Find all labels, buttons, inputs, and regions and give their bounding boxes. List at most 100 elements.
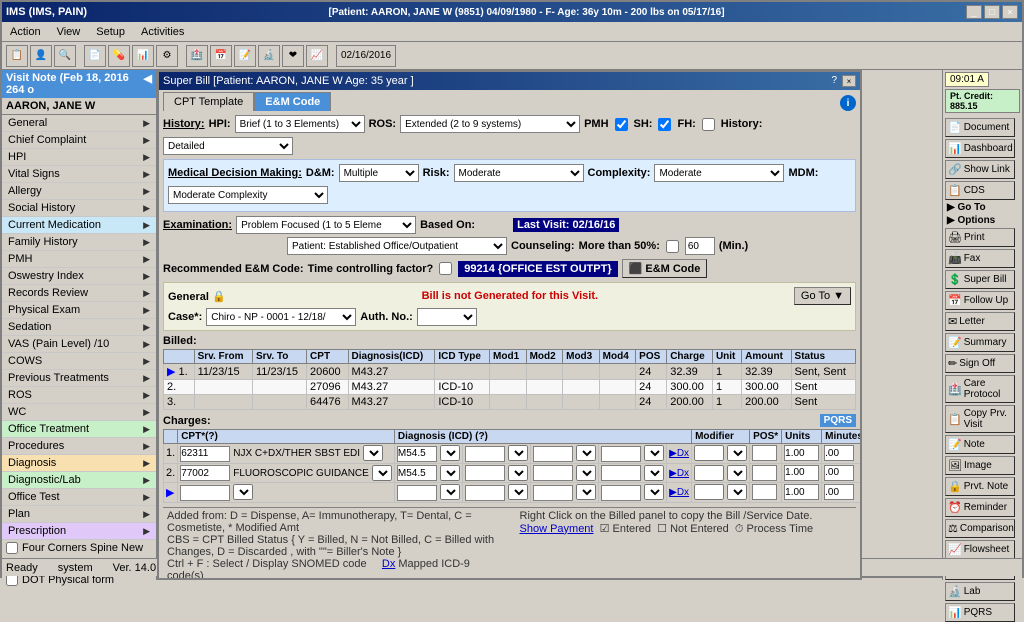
menu-activities[interactable]: Activities <box>137 24 188 40</box>
diag-select-2c[interactable]: ▼ <box>576 465 596 481</box>
pos-input-3[interactable] <box>752 484 777 500</box>
diag-input-1a[interactable] <box>397 446 437 462</box>
sidebar-item-chief-complaint[interactable]: Chief Complaint▶ <box>2 132 156 149</box>
diag-input-2c[interactable] <box>533 465 573 481</box>
sidebar-item-office-treatment[interactable]: Office Treatment▶ <box>2 421 156 438</box>
case-select[interactable]: Chiro - NP - 0001 - 12/18/ <box>206 308 356 326</box>
go-to-button[interactable]: Go To ▼ <box>794 287 851 305</box>
table-row[interactable]: ▶ 1. 11/23/15 11/23/15 20600 M43.27 <box>164 364 856 380</box>
diag-select-1d[interactable]: ▼ <box>644 445 664 461</box>
units-input-1[interactable] <box>784 445 819 461</box>
pmh-checkbox[interactable] <box>615 118 628 131</box>
diag-input-3a[interactable] <box>397 485 437 501</box>
diag-select-3b[interactable]: ▼ <box>508 484 528 500</box>
table-row[interactable]: 2. 27096 M43.27 ICD-10 <box>164 380 856 395</box>
comparison-button[interactable]: ⚖Comparison <box>945 519 1015 538</box>
cpt-select-1[interactable]: ▼ <box>363 445 383 461</box>
exam-select[interactable]: Problem Focused (1 to 5 Eleme <box>236 216 416 234</box>
sidebar-item-social-history[interactable]: Social History▶ <box>2 200 156 217</box>
em-code-button[interactable]: ⬛ E&M Code <box>622 259 708 278</box>
table-row[interactable]: 3. 64476 M43.27 ICD-10 <box>164 395 856 410</box>
sidebar-item-vas[interactable]: VAS (Pain Level) /10▶ <box>2 336 156 353</box>
cpt-input-2[interactable] <box>180 465 230 481</box>
image-button[interactable]: 🖼Image <box>945 456 1015 475</box>
sidebar-item-records-review[interactable]: Records Review▶ <box>2 285 156 302</box>
note-right-button[interactable]: 📝Note <box>945 435 1015 454</box>
hpi-select[interactable]: Brief (1 to 3 Elements) <box>235 115 365 133</box>
sidebar-item-current-medication[interactable]: Current Medication▶ <box>2 217 156 234</box>
toolbar-btn-date[interactable]: 02/16/2016 <box>336 45 396 67</box>
toolbar-btn-13[interactable]: 📈 <box>306 45 328 67</box>
toolbar-btn-11[interactable]: 🔬 <box>258 45 280 67</box>
units-input-3[interactable] <box>784 484 819 500</box>
toolbar-btn-4[interactable]: 📄 <box>84 45 106 67</box>
units-input-2[interactable] <box>784 465 819 481</box>
pos-input-1[interactable] <box>752 445 777 461</box>
ros-select[interactable]: Extended (2 to 9 systems) <box>400 115 580 133</box>
show-link-button[interactable]: 🔗Show Link <box>945 160 1015 179</box>
toolbar-btn-6[interactable]: 📊 <box>132 45 154 67</box>
diag-input-2a[interactable] <box>397 465 437 481</box>
reminder-button[interactable]: ⏰Reminder <box>945 498 1015 517</box>
sidebar-expand-icon[interactable]: ◀ <box>144 72 152 96</box>
patient-select[interactable]: Patient: Established Office/Outpatient <box>287 237 507 255</box>
sidebar-item-physical-exam[interactable]: Physical Exam▶ <box>2 302 156 319</box>
sidebar-item-vital-signs[interactable]: Vital Signs▶ <box>2 166 156 183</box>
fax-button[interactable]: 📠Fax <box>945 249 1015 268</box>
sidebar-item-procedures[interactable]: Procedures▶ <box>2 438 156 455</box>
pos-input-2[interactable] <box>752 465 777 481</box>
diag-select-3d[interactable]: ▼ <box>644 484 664 500</box>
diag-input-2d[interactable] <box>601 465 641 481</box>
sidebar-item-sedation[interactable]: Sedation▶ <box>2 319 156 336</box>
care-protocol-button[interactable]: 🏥Care Protocol <box>945 375 1015 403</box>
sidebar-item-family-history[interactable]: Family History▶ <box>2 234 156 251</box>
sidebar-item-prescription[interactable]: Prescription▶ <box>2 523 156 540</box>
close-btn[interactable]: × <box>1002 5 1018 19</box>
diag-input-1c[interactable] <box>533 446 573 462</box>
modifier-select-3[interactable]: ▼ <box>727 484 747 500</box>
sidebar-item-office-test[interactable]: Office Test▶ <box>2 489 156 506</box>
copy-prv-visit-button[interactable]: 📋Copy Prv. Visit <box>945 405 1015 433</box>
menu-view[interactable]: View <box>53 24 85 40</box>
history-select[interactable]: Detailed <box>163 137 293 155</box>
diag-select-3a[interactable]: ▼ <box>440 484 460 500</box>
dx-link-1[interactable]: ▶Dx <box>669 448 689 459</box>
show-payment-link[interactable]: Show Payment <box>520 523 594 535</box>
diag-select-2b[interactable]: ▼ <box>508 465 528 481</box>
toolbar-btn-1[interactable]: 📋 <box>6 45 28 67</box>
minutes-input-1[interactable] <box>824 445 854 461</box>
sidebar-item-wc[interactable]: WC▶ <box>2 404 156 421</box>
time-factor-checkbox[interactable] <box>439 262 452 275</box>
cpt-select-3[interactable]: ▼ <box>233 484 253 500</box>
minimize-btn[interactable]: _ <box>966 5 982 19</box>
diag-input-3d[interactable] <box>601 485 641 501</box>
follow-up-button[interactable]: 📅Follow Up <box>945 291 1015 310</box>
tab-cpt-template[interactable]: CPT Template <box>163 92 254 111</box>
dx-mapped-link[interactable]: Dx <box>382 558 395 570</box>
sh-checkbox[interactable] <box>658 118 671 131</box>
dialog-close-btn[interactable]: × <box>842 75 856 87</box>
tab-em-code[interactable]: E&M Code <box>254 92 331 111</box>
sidebar-item-general[interactable]: General▶ <box>2 115 156 132</box>
modifier-input-2[interactable] <box>694 465 724 481</box>
dm-select[interactable]: Multiple <box>339 164 419 182</box>
toolbar-btn-5[interactable]: 💊 <box>108 45 130 67</box>
minutes-input-3[interactable] <box>824 484 854 500</box>
sidebar-item-diagnosis[interactable]: Diagnosis▶ <box>2 455 156 472</box>
dx-link-2[interactable]: ▶Dx <box>669 468 689 479</box>
sidebar-item-ros[interactable]: ROS▶ <box>2 387 156 404</box>
modifier-select-2[interactable]: ▼ <box>727 465 747 481</box>
diag-input-1d[interactable] <box>601 446 641 462</box>
minutes-input-2[interactable] <box>824 465 854 481</box>
risk-select[interactable]: Moderate <box>454 164 584 182</box>
sidebar-item-hpi[interactable]: HPI▶ <box>2 149 156 166</box>
lab-button[interactable]: 🔬Lab <box>945 582 1015 601</box>
print-button[interactable]: 🖨Print <box>945 228 1015 247</box>
cpt-input-3[interactable] <box>180 485 230 501</box>
fh-checkbox[interactable] <box>702 118 715 131</box>
pqrs-button[interactable]: 📊PQRS <box>945 603 1015 622</box>
time-input[interactable] <box>685 237 715 255</box>
menu-action[interactable]: Action <box>6 24 45 40</box>
toolbar-btn-7[interactable]: ⚙ <box>156 45 178 67</box>
four-corners-checkbox[interactable] <box>6 542 18 554</box>
